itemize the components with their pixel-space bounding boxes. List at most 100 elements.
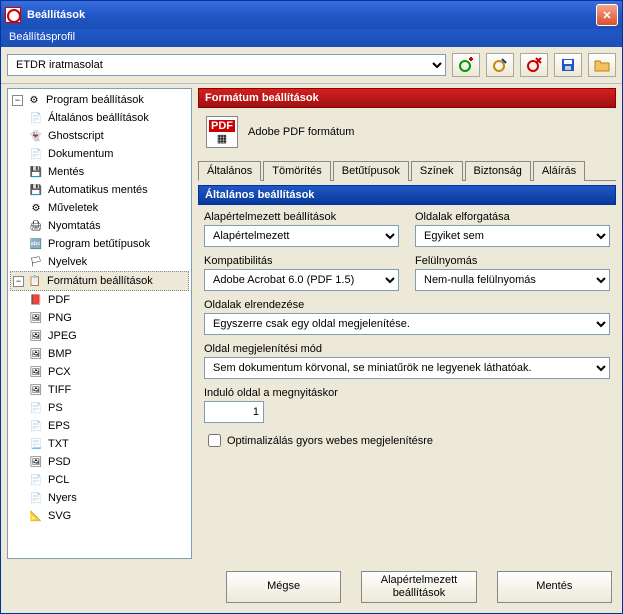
tab-signature[interactable]: Aláírás: [533, 161, 585, 181]
tab-security[interactable]: Biztonság: [465, 161, 531, 181]
cancel-button[interactable]: Mégse: [226, 571, 341, 603]
delete-icon: [526, 57, 542, 73]
vector-icon: 📐: [28, 508, 44, 524]
file-icon: 📄: [28, 490, 44, 506]
optimize-label: Optimalizálás gyors webes megjelenítésre: [227, 435, 433, 447]
format-section-header: Formátum beállítások: [198, 88, 616, 108]
tree-item-document[interactable]: 📄Dokumentum: [10, 145, 189, 163]
tree-item-tiff[interactable]: 🖼TIFF: [10, 381, 189, 399]
settings-window: Beállítások ✕ Beállításprofil ETDR iratm…: [0, 0, 623, 614]
save-button[interactable]: Mentés: [497, 571, 612, 603]
pagemode-label: Oldal megjelenítési mód: [204, 343, 610, 355]
tree-item-autosave[interactable]: 💾Automatikus mentés: [10, 181, 189, 199]
file-icon: 📄: [28, 400, 44, 416]
tree-label: EPS: [48, 420, 70, 432]
tree-label: TIFF: [48, 384, 71, 396]
defaults-select[interactable]: Alapértelmezett: [204, 225, 399, 247]
autosave-icon: 💾: [28, 182, 44, 198]
tree-label: PNG: [48, 312, 72, 324]
tree-label: TXT: [48, 438, 69, 450]
overprint-select[interactable]: Nem-nulla felülnyomás: [415, 269, 610, 291]
tree-label: PS: [48, 402, 63, 414]
image-icon: 🖼: [28, 364, 44, 380]
startpage-label: Induló oldal a megnyitáskor: [204, 387, 399, 399]
printer-icon: 🖨: [28, 218, 44, 234]
tree-label: Nyelvek: [48, 256, 87, 268]
layout-label: Oldalak elrendezése: [204, 299, 610, 311]
tree-label: Dokumentum: [48, 148, 113, 160]
ghost-icon: 👻: [28, 128, 44, 144]
tree-label: BMP: [48, 348, 72, 360]
tree-label: Általános beállítások: [48, 112, 149, 124]
tab-general[interactable]: Általános: [198, 161, 261, 181]
tree-label: PCL: [48, 474, 69, 486]
tree-panel[interactable]: − ⚙ Program beállítások 📄 Általános beáll…: [7, 88, 192, 559]
pdf-icon: 📕: [28, 292, 44, 308]
tree-item-png[interactable]: 🖼 PNG: [10, 309, 189, 327]
tree-label: Nyers: [48, 492, 77, 504]
tree-item-pdf[interactable]: 📕 PDF: [10, 291, 189, 309]
tree-label: PDF: [48, 294, 70, 306]
tree-item-languages[interactable]: 🏳Nyelvek: [10, 253, 189, 271]
add-icon: [458, 57, 474, 73]
doc-icon: 📄: [28, 110, 44, 126]
image-icon: 🖼: [28, 346, 44, 362]
file-icon: 📄: [28, 418, 44, 434]
edit-profile-button[interactable]: [486, 53, 514, 77]
tree-item-pcx[interactable]: 🖼PCX: [10, 363, 189, 381]
tree-item-raw[interactable]: 📄 Nyers: [10, 489, 189, 507]
close-button[interactable]: ✕: [596, 4, 618, 26]
tree-item-psd[interactable]: 🖼PSD: [10, 453, 189, 471]
tree-item-save[interactable]: 💾Mentés: [10, 163, 189, 181]
delete-profile-button[interactable]: [520, 53, 548, 77]
tree-label: JPEG: [48, 330, 77, 342]
tree-label: SVG: [48, 510, 71, 522]
tree-item-ps[interactable]: 📄 PS: [10, 399, 189, 417]
tree-item-print[interactable]: 🖨Nyomtatás: [10, 217, 189, 235]
tree-label: Program beállítások: [46, 94, 144, 106]
collapse-icon[interactable]: −: [12, 95, 23, 106]
edit-icon: [492, 57, 508, 73]
layout-select[interactable]: Egyszerre csak egy oldal megjelenítése.: [204, 313, 610, 335]
pagemode-select[interactable]: Sem dokumentum körvonal, se miniatűrök n…: [204, 357, 610, 379]
save-profile-button[interactable]: [554, 53, 582, 77]
rotation-select[interactable]: Egyiket sem: [415, 225, 610, 247]
tree-item-jpeg[interactable]: 🖼JPEG: [10, 327, 189, 345]
tree-item-general[interactable]: 📄 Általános beállítások: [10, 109, 189, 127]
tree-item-eps[interactable]: 📄 EPS: [10, 417, 189, 435]
image-icon: 🖼: [28, 310, 44, 326]
tree-item-fonts[interactable]: 🔤Program betűtípusok: [10, 235, 189, 253]
startpage-input[interactable]: [204, 401, 264, 423]
tabs: Általános Tömörítés Betűtípusok Színek B…: [198, 160, 616, 181]
close-icon: ✕: [602, 9, 611, 22]
tree-item-txt[interactable]: 📃TXT: [10, 435, 189, 453]
app-config-icon: ⚙: [26, 92, 42, 108]
add-profile-button[interactable]: [452, 53, 480, 77]
format-name: Adobe PDF formátum: [248, 126, 354, 138]
app-icon: [5, 7, 21, 23]
toolbar: ETDR iratmasolat: [1, 47, 622, 84]
pdf-format-icon: PDF ▦: [206, 116, 238, 148]
tab-colors[interactable]: Színek: [411, 161, 463, 181]
profile-select[interactable]: ETDR iratmasolat: [7, 54, 446, 76]
collapse-icon[interactable]: −: [13, 276, 24, 287]
open-folder-button[interactable]: [588, 53, 616, 77]
settings-body: Alapértelmezett beállítások Alapértelmez…: [198, 205, 616, 559]
defaults-button[interactable]: Alapértelmezett beállítások: [361, 571, 476, 603]
tab-fonts[interactable]: Betűtípusok: [333, 161, 409, 181]
compat-label: Kompatibilitás: [204, 255, 399, 267]
right-panel: Formátum beállítások PDF ▦ Adobe PDF for…: [198, 88, 616, 559]
tree-format-settings[interactable]: − 📋 Formátum beállítások: [10, 271, 189, 291]
dialog-buttons: Mégse Alapértelmezett beállítások Mentés: [1, 563, 622, 613]
tab-compression[interactable]: Tömörítés: [263, 161, 331, 181]
tree-item-ghostscript[interactable]: 👻Ghostscript: [10, 127, 189, 145]
tree-item-operations[interactable]: ⚙Műveletek: [10, 199, 189, 217]
main-area: − ⚙ Program beállítások 📄 Általános beáll…: [1, 84, 622, 563]
optimize-checkbox[interactable]: [208, 434, 221, 447]
tree-item-svg[interactable]: 📐 SVG: [10, 507, 189, 525]
general-section-header: Általános beállítások: [198, 185, 616, 205]
tree-item-pcl[interactable]: 📄PCL: [10, 471, 189, 489]
tree-item-bmp[interactable]: 🖼 BMP: [10, 345, 189, 363]
tree-program-settings[interactable]: − ⚙ Program beállítások: [10, 91, 189, 109]
compat-select[interactable]: Adobe Acrobat 6.0 (PDF 1.5): [204, 269, 399, 291]
